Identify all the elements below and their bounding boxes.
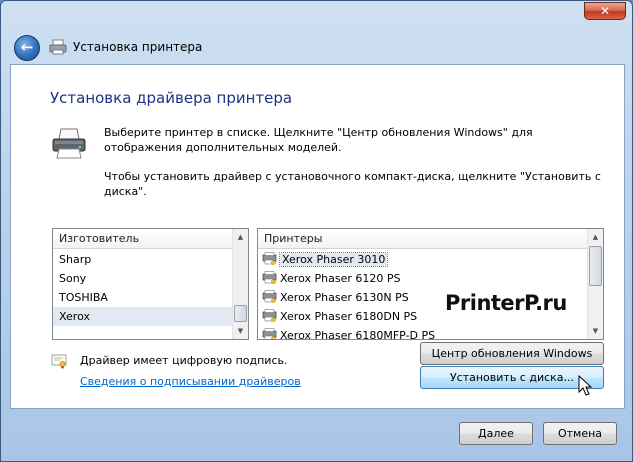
next-button[interactable]: Далее <box>459 422 533 445</box>
dialog-window: ✕ ← Установка принтера Установка драйвер… <box>0 0 633 462</box>
mouse-cursor-icon <box>578 375 592 396</box>
scroll-down-icon[interactable]: ▼ <box>588 323 603 339</box>
list-item[interactable]: Sony <box>53 269 232 288</box>
page-heading: Установка драйвера принтера <box>50 89 293 107</box>
list-item[interactable]: TOSHIBA <box>53 288 232 307</box>
back-button[interactable]: ← <box>14 35 40 61</box>
list-item-selected[interactable]: Xerox <box>53 307 232 326</box>
content-panel: Установка драйвера принтера Выберите при… <box>10 64 625 409</box>
printer-scrollbar[interactable]: ▲ ▼ <box>587 229 603 339</box>
certified-printer-icon <box>262 328 277 339</box>
instruction-text-2: Чтобы установить драйвер с установочного… <box>104 170 601 198</box>
list-item-selected[interactable]: Xerox Phaser 3010 <box>258 250 587 269</box>
back-arrow-icon: ← <box>20 38 34 56</box>
window-title: Установка принтера <box>73 40 203 54</box>
scroll-down-icon[interactable]: ▼ <box>233 323 248 339</box>
printer-name: Xerox Phaser 6120 PS <box>280 272 401 285</box>
certified-printer-icon <box>262 290 277 303</box>
scroll-up-icon[interactable]: ▲ <box>233 229 248 245</box>
driver-signing-link[interactable]: Сведения о подписывании драйверов <box>80 375 301 388</box>
scrollbar-thumb[interactable] <box>589 246 602 286</box>
have-disk-button[interactable]: Установить с диска... <box>420 366 604 389</box>
printer-name: Xerox Phaser 6180DN PS <box>280 310 418 323</box>
scrollbar-thumb[interactable] <box>234 305 247 322</box>
certified-printer-icon <box>262 252 277 265</box>
printer-name: Xerox Phaser 3010 <box>278 252 389 267</box>
printer-icon <box>52 128 86 159</box>
list-item[interactable]: Xerox Phaser 6180MFP-D PS <box>258 326 587 339</box>
manufacturer-scrollbar[interactable]: ▲ ▼ <box>232 229 248 339</box>
scroll-up-icon[interactable]: ▲ <box>588 229 603 245</box>
certified-printer-icon <box>262 271 277 284</box>
signature-status: Драйвер имеет цифровую подпись. <box>80 354 288 367</box>
certified-printer-icon <box>262 309 277 322</box>
instructions: Выберите принтер в списке. Щелкните "Цен… <box>104 125 604 199</box>
manufacturer-list[interactable]: Изготовитель Sharp Sony TOSHIBA Xerox ▲ … <box>52 228 249 340</box>
certificate-icon <box>51 354 67 369</box>
printer-small-icon <box>49 39 67 55</box>
list-item[interactable]: Xerox Phaser 6120 PS <box>258 269 587 288</box>
printer-name: Xerox Phaser 6180MFP-D PS <box>280 329 436 339</box>
watermark-text: PrinterP.ru <box>445 291 567 315</box>
printer-name: Xerox Phaser 6130N PS <box>280 291 409 304</box>
printer-list[interactable]: Принтеры Xerox Phaser 3010 Xerox Phaser … <box>257 228 604 340</box>
instruction-text-1: Выберите принтер в списке. Щелкните "Цен… <box>104 126 533 154</box>
manufacturer-list-header[interactable]: Изготовитель <box>53 229 248 249</box>
list-item[interactable]: Sharp <box>53 250 232 269</box>
manufacturer-items: Sharp Sony TOSHIBA Xerox <box>53 250 232 339</box>
cancel-button[interactable]: Отмена <box>543 422 617 445</box>
close-button[interactable]: ✕ <box>584 2 626 20</box>
printer-list-header[interactable]: Принтеры <box>258 229 603 249</box>
windows-update-button[interactable]: Центр обновления Windows <box>420 342 604 365</box>
